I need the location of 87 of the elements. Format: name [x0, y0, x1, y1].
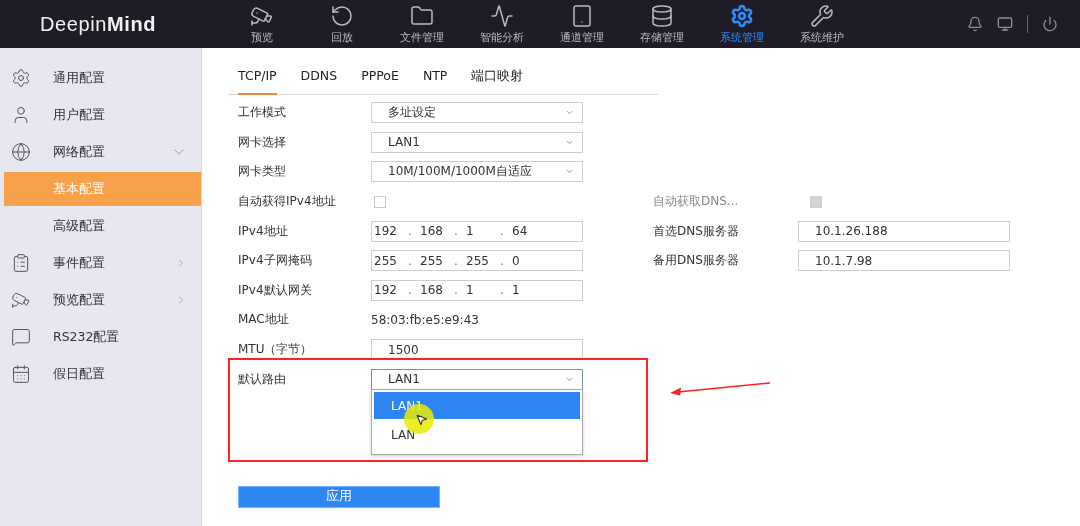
calendar-icon — [11, 364, 31, 384]
clipboard-icon — [11, 253, 31, 273]
select-field[interactable]: 10M/100M/1000M自适应 — [371, 161, 583, 183]
tab[interactable]: TCP/IP — [238, 62, 277, 95]
sidebar-item[interactable]: 网络配置 — [4, 135, 201, 169]
cursor-icon — [415, 413, 428, 427]
select-field[interactable]: LAN1 — [371, 131, 583, 153]
ip-octet: 192 — [374, 283, 398, 298]
input-field[interactable]: 1500 — [371, 339, 583, 361]
chat-icon — [11, 327, 31, 347]
ip-dot: . — [500, 224, 505, 239]
tab[interactable]: 端口映射 — [471, 62, 524, 95]
device-icon — [570, 3, 594, 28]
select-field[interactable]: 多址设定 — [371, 102, 583, 124]
nav-item[interactable]: 通道管理 — [542, 3, 622, 45]
ip-octet: 0 — [512, 253, 521, 268]
field-label: MTU（字节） — [238, 341, 314, 359]
ip-octet: 1 — [512, 283, 521, 298]
field-label: IPv4地址 — [238, 222, 289, 240]
dropdown-option[interactable]: LAN1 — [374, 392, 580, 420]
ip-dot: . — [408, 224, 413, 239]
field-label: 备用DNS服务器 — [653, 252, 740, 270]
ip-dot: . — [500, 253, 505, 268]
ip-octet: 1 — [466, 283, 475, 298]
ip-dot: . — [500, 283, 505, 298]
settings-icon — [730, 3, 754, 28]
ip-field[interactable]: 192 . 168 . 1 . 1 — [371, 279, 583, 301]
ip-field[interactable]: 192 . 168 . 1 . 64 — [371, 220, 583, 242]
input-field[interactable]: 10.1.26.188 — [798, 220, 1010, 242]
folder-icon — [410, 3, 434, 28]
field-label: 自动获得IPv4地址 — [238, 193, 337, 211]
sidebar-item[interactable]: 预览配置 — [4, 283, 201, 317]
field-label: IPv4子网掩码 — [238, 252, 313, 270]
monitor-icon[interactable] — [997, 16, 1013, 32]
sidebar-item[interactable]: 假日配置 — [4, 357, 201, 391]
field-label: IPv4默认网关 — [238, 281, 313, 299]
sidebar-item[interactable]: 高级配置 — [4, 209, 201, 243]
ip-octet: 255 — [466, 253, 490, 268]
ip-octet: 64 — [512, 224, 529, 239]
tab[interactable]: DDNS — [300, 62, 338, 95]
globe-icon — [11, 142, 31, 162]
nav-item[interactable]: 存储管理 — [622, 3, 702, 45]
sidebar-item[interactable]: 通用配置 — [4, 61, 201, 95]
tab[interactable]: NTP — [422, 62, 448, 95]
sidebar-item[interactable]: RS232配置 — [4, 320, 201, 354]
sidebar-item[interactable]: 用户配置 — [4, 98, 201, 132]
ip-dot: . — [454, 253, 459, 268]
apply-button[interactable]: 应用 — [238, 485, 440, 508]
ip-octet: 255 — [420, 253, 444, 268]
camera-icon — [11, 290, 31, 310]
nav-item[interactable]: 系统管理 — [702, 3, 782, 45]
mac-value: 58:03:fb:e5:e9:43 — [371, 312, 480, 327]
ip-dot: . — [408, 253, 413, 268]
field-label: 默认路由 — [238, 370, 287, 388]
ip-octet: 168 — [420, 283, 444, 298]
sidebar-item[interactable]: 事件配置 — [4, 246, 201, 280]
nav-item[interactable]: 预览 — [222, 3, 302, 45]
ip-dot: . — [454, 283, 459, 298]
ip-field[interactable]: 255 . 255 . 255 . 0 — [371, 250, 583, 272]
nav-item[interactable]: 回放 — [302, 3, 382, 45]
ip-octet: 192 — [374, 224, 398, 239]
nav-item[interactable]: 系统维护 — [782, 3, 862, 45]
ip-dot: . — [408, 283, 413, 298]
tab[interactable]: PPPoE — [361, 62, 399, 95]
wrench-icon — [810, 3, 834, 28]
select-field[interactable]: LAN1 — [371, 368, 583, 390]
settings-icon — [11, 68, 31, 88]
field-label: 自动获取DNS... — [653, 193, 740, 211]
field-label: 网卡选择 — [238, 133, 287, 151]
bell-icon[interactable] — [967, 16, 983, 32]
pulse-icon — [490, 3, 514, 28]
ip-octet: 168 — [420, 224, 444, 239]
field-label: 网卡类型 — [238, 163, 287, 181]
logo: DeepinMind — [39, 12, 158, 36]
database-icon — [650, 3, 674, 28]
ip-octet: 1 — [466, 224, 475, 239]
ip-octet: 255 — [374, 253, 398, 268]
ip-dot: . — [454, 224, 459, 239]
field-label: 工作模式 — [238, 104, 287, 122]
nav-item[interactable]: 智能分析 — [462, 3, 542, 45]
power-icon[interactable] — [1042, 16, 1058, 32]
field-label: MAC地址 — [238, 311, 290, 329]
input-field[interactable]: 10.1.7.98 — [798, 250, 1010, 272]
nav-item[interactable]: 文件管理 — [382, 3, 462, 45]
checkbox[interactable] — [374, 195, 386, 208]
replay-icon — [330, 3, 354, 28]
field-label: 首选DNS服务器 — [653, 222, 740, 240]
